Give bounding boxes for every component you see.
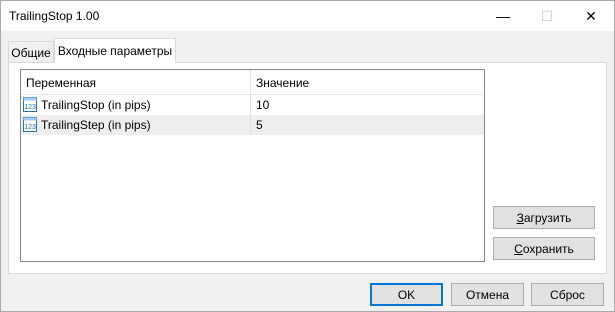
save-button[interactable]: Сохранить	[493, 237, 595, 260]
save-button-label: охранить	[522, 241, 574, 256]
load-button[interactable]: Загрузить	[493, 206, 595, 229]
parameters-list[interactable]: Переменная Значение 123 TrailingStop (in…	[20, 69, 485, 262]
numeric-123-icon: 123	[23, 117, 37, 132]
table-row[interactable]: 123 TrailingStop (in pips) 10	[21, 95, 484, 115]
title-bar: TrailingStop 1.00 — ☐ ✕	[1, 1, 614, 31]
close-button[interactable]: ✕	[569, 1, 613, 31]
maximize-button: ☐	[525, 1, 569, 31]
column-header-variable[interactable]: Переменная	[21, 70, 251, 94]
close-icon: ✕	[585, 7, 597, 24]
minimize-button[interactable]: —	[481, 1, 525, 31]
column-header-value[interactable]: Значение	[251, 70, 484, 94]
variable-name: TrailingStop (in pips)	[41, 98, 151, 112]
save-button-mnemonic: С	[514, 241, 523, 256]
tab-label: Общие	[11, 45, 51, 60]
icon-text: 123	[24, 124, 36, 131]
table-row[interactable]: 123 TrailingStep (in pips) 5	[21, 115, 484, 135]
value-cell[interactable]: 5	[251, 115, 484, 135]
tab-label: Входные параметры	[57, 44, 173, 58]
tab-general[interactable]: Общие	[8, 41, 54, 63]
numeric-123-icon: 123	[23, 97, 37, 112]
ok-button[interactable]: OK	[370, 283, 443, 306]
cancel-button[interactable]: Отмена	[451, 283, 524, 306]
reset-button[interactable]: Сброс	[531, 283, 604, 306]
value-cell[interactable]: 10	[251, 95, 484, 115]
variable-cell[interactable]: 123 TrailingStep (in pips)	[21, 115, 251, 135]
variable-name: TrailingStep (in pips)	[41, 118, 151, 132]
dialog-window: TrailingStop 1.00 — ☐ ✕ Общие Входные па…	[0, 0, 615, 312]
load-button-mnemonic: З	[516, 210, 524, 225]
tab-input-parameters[interactable]: Входные параметры	[54, 38, 176, 63]
load-button-label: агрузить	[523, 210, 572, 225]
icon-text: 123	[24, 104, 36, 111]
minimize-icon: —	[496, 8, 510, 24]
list-header: Переменная Значение	[21, 70, 484, 95]
window-title: TrailingStop 1.00	[9, 9, 100, 23]
variable-cell[interactable]: 123 TrailingStop (in pips)	[21, 95, 251, 115]
maximize-icon: ☐	[540, 7, 554, 24]
